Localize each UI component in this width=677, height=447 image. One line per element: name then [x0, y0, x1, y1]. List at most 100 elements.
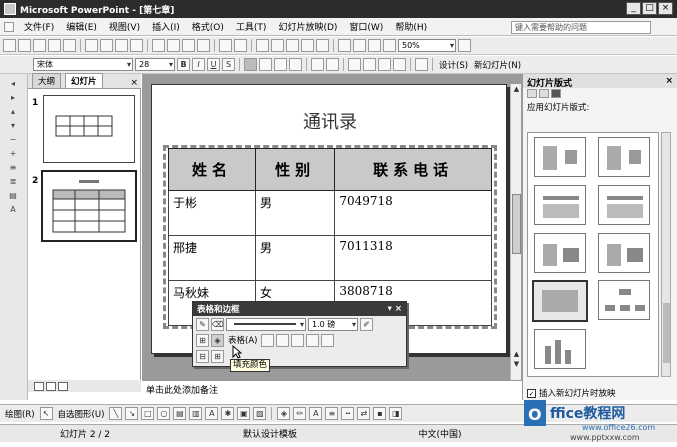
border-width-select[interactable]: 1.0 磅	[308, 317, 358, 331]
minus-icon[interactable]: −	[7, 134, 19, 144]
menu-window[interactable]: 窗口(W)	[343, 20, 389, 33]
help-icon[interactable]	[458, 39, 471, 52]
wordart-icon[interactable]: A	[205, 407, 219, 420]
save-icon[interactable]	[33, 39, 46, 52]
align-left-icon[interactable]	[244, 58, 257, 71]
menu-format[interactable]: 格式(O)	[186, 20, 230, 33]
bullets-icon[interactable]	[326, 58, 339, 71]
insert-chart-icon[interactable]	[256, 39, 269, 52]
dash-style-icon[interactable]: ┅	[341, 407, 355, 420]
undo-icon[interactable]	[219, 39, 232, 52]
outside-borders-icon[interactable]: ⊞	[196, 333, 209, 347]
pane-close-icon[interactable]: ×	[130, 78, 138, 88]
print-icon[interactable]	[85, 39, 98, 52]
menu-slideshow[interactable]: 幻灯片放映(D)	[272, 20, 343, 33]
layout-text-chart-icon[interactable]	[598, 233, 650, 273]
layout-text-clipart-icon[interactable]	[598, 137, 650, 177]
menu-insert[interactable]: 插入(I)	[146, 20, 186, 33]
slide-thumbnail-2[interactable]	[41, 170, 137, 242]
email-icon[interactable]	[63, 39, 76, 52]
new-icon[interactable]	[3, 39, 16, 52]
table-cell[interactable]: 7011318	[334, 235, 492, 281]
home-icon[interactable]	[551, 89, 561, 98]
draw-table-icon[interactable]: ✎	[196, 317, 209, 331]
open-icon[interactable]	[18, 39, 31, 52]
copy-icon[interactable]	[167, 39, 180, 52]
arrow-down-icon[interactable]: ▾	[7, 120, 19, 130]
arrow-icon[interactable]: ↘	[125, 407, 139, 420]
rectangle-icon[interactable]: □	[141, 407, 155, 420]
arrow-left-icon[interactable]: ◂	[7, 78, 19, 88]
minimize-button[interactable]: _	[626, 2, 641, 15]
scroll-thumb[interactable]	[663, 303, 670, 363]
tables-borders-icon[interactable]	[286, 39, 299, 52]
font-color-icon[interactable]	[415, 58, 428, 71]
layout-title-chart-icon[interactable]	[534, 329, 586, 369]
numbering-icon[interactable]	[311, 58, 324, 71]
menu-file[interactable]: 文件(F)	[18, 20, 60, 33]
font-select[interactable]: 宋体	[33, 58, 133, 71]
layout-media-text-icon[interactable]	[598, 185, 650, 225]
research-icon[interactable]	[130, 39, 143, 52]
line-style-icon[interactable]: ≡	[325, 407, 339, 420]
fill-color-icon[interactable]: ◈	[211, 333, 224, 347]
eraser-icon[interactable]: ⌫	[211, 317, 224, 331]
table-header-cell[interactable]: 姓名	[167, 148, 257, 191]
expand-all-icon[interactable]: ≣	[7, 176, 19, 186]
tab-outline[interactable]: 大纲	[32, 73, 62, 88]
collapse-all-icon[interactable]: ≡	[7, 162, 19, 172]
expand-all-icon[interactable]	[338, 39, 351, 52]
border-color-icon[interactable]: ✐	[360, 317, 373, 331]
notes-pane[interactable]: 单击此处添加备注	[142, 380, 522, 400]
normal-view-icon[interactable]	[34, 381, 44, 391]
spelling-icon[interactable]	[115, 39, 128, 52]
line-color-icon[interactable]: ✏	[293, 407, 307, 420]
format-painter-icon[interactable]	[197, 39, 210, 52]
insert-picture-icon[interactable]	[301, 39, 314, 52]
line-icon[interactable]: ╲	[109, 407, 123, 420]
print-preview-icon[interactable]	[100, 39, 113, 52]
font-size-select[interactable]: 28	[135, 58, 175, 71]
design-button[interactable]: 设计(S)	[437, 59, 470, 71]
split-cell-icon[interactable]	[276, 333, 290, 347]
cut-icon[interactable]	[152, 39, 165, 52]
contact-table[interactable]: 姓名 性别 联系电话 于彬 男 7049718 邢捷 男 7011318 马秋妹…	[167, 148, 492, 326]
align-center-icon[interactable]	[259, 58, 272, 71]
close-button[interactable]: ×	[658, 2, 673, 15]
distribute-columns-icon[interactable]: ⊞	[211, 349, 224, 363]
decrease-font-icon[interactable]	[363, 58, 376, 71]
fill-color-icon[interactable]: ◈	[277, 407, 291, 420]
floating-toolbar-titlebar[interactable]: 表格和边框 ▾ ×	[193, 302, 406, 316]
menu-view[interactable]: 视图(V)	[103, 20, 146, 33]
scroll-thumb[interactable]	[512, 194, 521, 254]
underline-button[interactable]: U	[207, 58, 220, 71]
insert-table-icon[interactable]	[271, 39, 284, 52]
oval-icon[interactable]: ○	[157, 407, 171, 420]
merge-cells-icon[interactable]	[261, 333, 275, 347]
decrease-indent-icon[interactable]	[378, 58, 391, 71]
toolbar-close-icon[interactable]: ▾ ×	[388, 304, 402, 314]
distribute-rows-icon[interactable]: ⊟	[196, 349, 209, 363]
table-cell[interactable]: 7049718	[334, 190, 492, 236]
font-color-icon[interactable]: A	[309, 407, 323, 420]
diagram-icon[interactable]: ✱	[221, 407, 235, 420]
show-formatting-icon[interactable]	[353, 39, 366, 52]
maximize-button[interactable]: □	[642, 2, 657, 15]
italic-button[interactable]: I	[192, 58, 205, 71]
autoshapes-button[interactable]: 自选图形(U)	[56, 408, 107, 420]
slideshow-view-icon[interactable]	[58, 381, 68, 391]
3d-style-icon[interactable]: ◨	[389, 407, 403, 420]
color-grayscale-icon[interactable]	[383, 39, 396, 52]
insert-diagram-icon[interactable]	[316, 39, 329, 52]
vertical-scrollbar[interactable]: ▲ ▲ ▼	[510, 84, 521, 380]
plus-icon[interactable]: +	[7, 148, 19, 158]
increase-font-icon[interactable]	[348, 58, 361, 71]
task-pane-close-icon[interactable]: ×	[665, 76, 673, 86]
align-bottom-icon[interactable]	[321, 333, 335, 347]
zoom-select[interactable]: 50%	[398, 39, 456, 52]
arrow-up-icon[interactable]: ▴	[7, 106, 19, 116]
layout-org-chart-icon[interactable]	[598, 280, 650, 320]
menu-help[interactable]: 帮助(H)	[389, 20, 433, 33]
picture-icon[interactable]: ▨	[253, 407, 267, 420]
slide-title[interactable]: 通讯录	[152, 108, 508, 134]
